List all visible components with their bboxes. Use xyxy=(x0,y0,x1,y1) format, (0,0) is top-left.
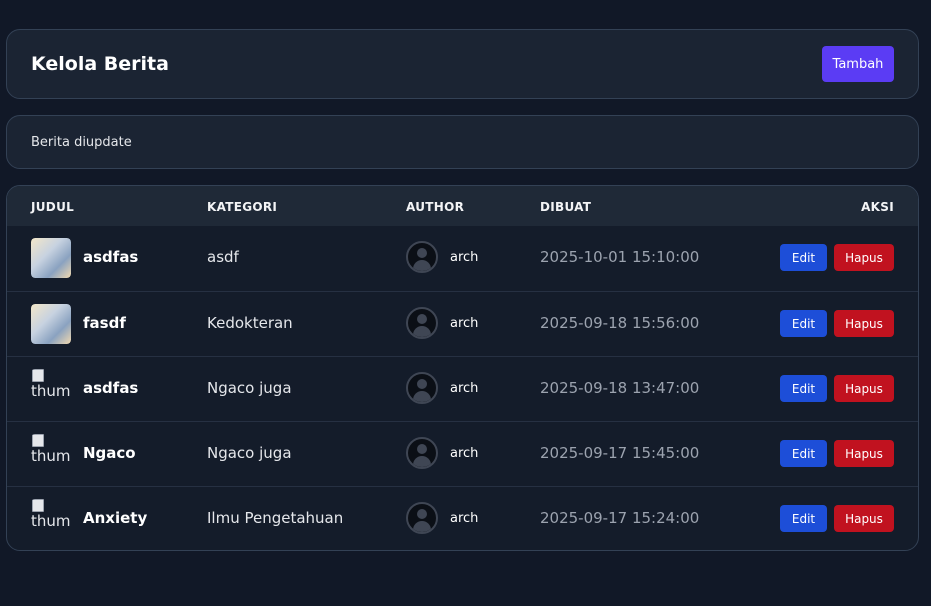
table-row: asdfas asdf arch 2025-10-01 15:10:00 Edi… xyxy=(7,226,918,291)
delete-button[interactable]: Hapus xyxy=(834,310,894,337)
thumbnail-cell xyxy=(31,238,71,278)
column-header-author: AUTHOR xyxy=(406,200,465,214)
table-body: asdfas asdf arch 2025-10-01 15:10:00 Edi… xyxy=(7,226,918,550)
news-thumbnail xyxy=(31,238,71,278)
alert-message: Berita diupdate xyxy=(31,135,132,150)
thumbnail-alt-text: thumb xyxy=(31,382,71,400)
table-row: thumb asdfas Ngaco juga arch 2025-09-18 … xyxy=(7,356,918,421)
edit-button[interactable]: Edit xyxy=(780,440,827,467)
delete-button[interactable]: Hapus xyxy=(834,244,894,271)
author-name: arch xyxy=(450,250,479,265)
table-header: JUDUL KATEGORI AUTHOR DIBUAT AKSI xyxy=(7,186,918,226)
news-category: Ngaco juga xyxy=(207,444,292,462)
author-avatar-icon xyxy=(406,307,438,339)
table-row: thumb Anxiety Ilmu Pengetahuan arch 2025… xyxy=(7,486,918,550)
column-header-dibuat: DIBUAT xyxy=(540,200,592,214)
thumbnail-cell: thumb xyxy=(31,434,71,474)
news-title: Ngaco xyxy=(83,444,136,462)
column-header-kategori: KATEGORI xyxy=(207,200,278,214)
news-title: asdfas xyxy=(83,379,139,397)
thumbnail-cell: thumb xyxy=(31,499,71,539)
page-header: Kelola Berita Tambah xyxy=(6,29,919,99)
table-row: fasdf Kedokteran arch 2025-09-18 15:56:0… xyxy=(7,291,918,356)
news-title: asdfas xyxy=(83,248,139,266)
thumbnail-alt-text: thumb xyxy=(31,447,71,465)
edit-button[interactable]: Edit xyxy=(780,375,827,402)
edit-button[interactable]: Edit xyxy=(780,505,827,532)
broken-image-icon xyxy=(32,499,44,512)
author-name: arch xyxy=(450,316,479,331)
author-name: arch xyxy=(450,381,479,396)
add-news-button[interactable]: Tambah xyxy=(822,46,894,82)
broken-thumbnail: thumb xyxy=(31,499,71,539)
delete-button[interactable]: Hapus xyxy=(834,375,894,402)
broken-image-icon xyxy=(32,369,44,382)
created-date: 2025-09-17 15:45:00 xyxy=(540,444,700,462)
news-table: JUDUL KATEGORI AUTHOR DIBUAT AKSI asdfas… xyxy=(6,185,919,551)
edit-button[interactable]: Edit xyxy=(780,244,827,271)
edit-button[interactable]: Edit xyxy=(780,310,827,337)
news-category: Ilmu Pengetahuan xyxy=(207,509,344,527)
broken-image-icon xyxy=(32,434,44,447)
broken-thumbnail: thumb xyxy=(31,434,71,474)
author-avatar-icon xyxy=(406,241,438,273)
thumbnail-alt-text: thumb xyxy=(31,512,71,530)
author-name: arch xyxy=(450,511,479,526)
page-title: Kelola Berita xyxy=(31,53,169,75)
author-name: arch xyxy=(450,446,479,461)
news-thumbnail xyxy=(31,304,71,344)
table-row: thumb Ngaco Ngaco juga arch 2025-09-17 1… xyxy=(7,421,918,486)
author-avatar-icon xyxy=(406,502,438,534)
author-avatar-icon xyxy=(406,372,438,404)
news-title: Anxiety xyxy=(83,509,148,527)
author-avatar-icon xyxy=(406,437,438,469)
status-alert: Berita diupdate xyxy=(6,115,919,169)
delete-button[interactable]: Hapus xyxy=(834,505,894,532)
delete-button[interactable]: Hapus xyxy=(834,440,894,467)
column-header-judul: JUDUL xyxy=(31,200,75,214)
news-category: Kedokteran xyxy=(207,314,293,332)
news-category: Ngaco juga xyxy=(207,379,292,397)
created-date: 2025-09-18 15:56:00 xyxy=(540,314,700,332)
created-date: 2025-10-01 15:10:00 xyxy=(540,248,700,266)
news-title: fasdf xyxy=(83,314,126,332)
broken-thumbnail: thumb xyxy=(31,369,71,409)
thumbnail-cell: thumb xyxy=(31,369,71,409)
news-category: asdf xyxy=(207,248,239,266)
thumbnail-cell xyxy=(31,304,71,344)
created-date: 2025-09-17 15:24:00 xyxy=(540,509,700,527)
created-date: 2025-09-18 13:47:00 xyxy=(540,379,700,397)
column-header-aksi: AKSI xyxy=(861,200,894,214)
